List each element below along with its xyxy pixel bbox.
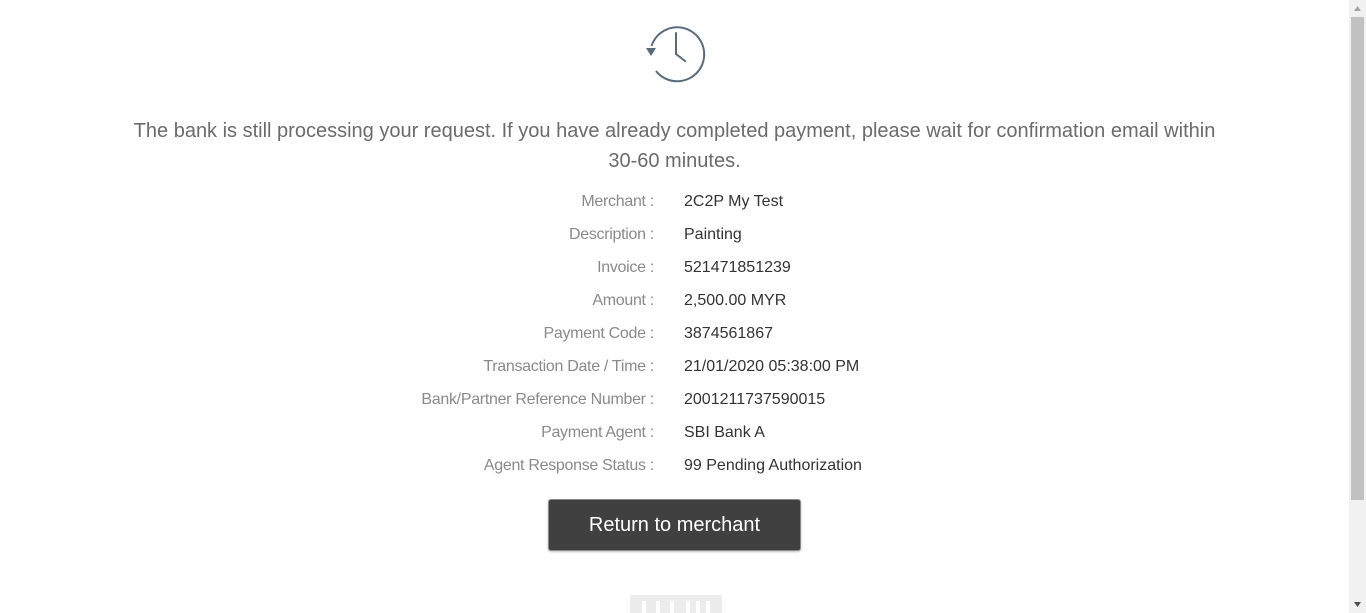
description-value: Painting bbox=[684, 226, 742, 243]
transaction-details: Merchant : 2C2P My Test Description : Pa… bbox=[0, 187, 1349, 484]
payment-code-label: Payment Code : bbox=[543, 325, 654, 342]
vertical-scrollbar[interactable] bbox=[1349, 0, 1366, 613]
detail-row-reference-number: Bank/Partner Reference Number : 20012117… bbox=[0, 385, 1349, 418]
amount-label: Amount : bbox=[592, 292, 654, 309]
detail-row-payment-code: Payment Code : 3874561867 bbox=[0, 319, 1349, 352]
invoice-label: Invoice : bbox=[597, 259, 654, 276]
scroll-down-arrow-icon[interactable] bbox=[1349, 596, 1366, 613]
detail-row-amount: Amount : 2,500.00 MYR bbox=[0, 286, 1349, 319]
agent-response-status-label: Agent Response Status : bbox=[483, 457, 654, 474]
processing-message: The bank is still processing your reques… bbox=[133, 120, 1216, 172]
merchant-label: Merchant : bbox=[581, 193, 654, 210]
invoice-value: 521471851239 bbox=[684, 259, 791, 276]
payment-status-page: The bank is still processing your reques… bbox=[0, 0, 1366, 613]
payment-code-value: 3874561867 bbox=[684, 325, 773, 342]
transaction-datetime-label: Transaction Date / Time : bbox=[483, 358, 654, 375]
transaction-datetime-value: 21/01/2020 05:38:00 PM bbox=[684, 358, 860, 375]
merchant-value: 2C2P My Test bbox=[684, 193, 784, 210]
detail-row-agent-response-status: Agent Response Status : 99 Pending Autho… bbox=[0, 451, 1349, 484]
payment-agent-label: Payment Agent : bbox=[541, 424, 654, 441]
detail-row-transaction-datetime: Transaction Date / Time : 21/01/2020 05:… bbox=[0, 352, 1349, 385]
detail-row-payment-agent: Payment Agent : SBI Bank A bbox=[0, 418, 1349, 451]
page-content: The bank is still processing your reques… bbox=[0, 0, 1349, 613]
detail-row-invoice: Invoice : 521471851239 bbox=[0, 253, 1349, 286]
return-to-merchant-button[interactable]: Return to merchant bbox=[548, 499, 801, 551]
clock-history-icon bbox=[646, 26, 706, 83]
footer-logo bbox=[630, 595, 722, 613]
scroll-up-arrow-icon[interactable] bbox=[1349, 0, 1366, 17]
description-label: Description : bbox=[568, 226, 654, 243]
detail-row-description: Description : Painting bbox=[0, 220, 1349, 253]
scrollbar-thumb[interactable] bbox=[1351, 17, 1364, 500]
agent-response-status-value: 99 Pending Authorization bbox=[684, 457, 862, 474]
reference-number-value: 2001211737590015 bbox=[684, 391, 826, 408]
amount-value: 2,500.00 MYR bbox=[684, 292, 787, 309]
detail-row-merchant: Merchant : 2C2P My Test bbox=[0, 187, 1349, 220]
payment-agent-value: SBI Bank A bbox=[684, 424, 765, 441]
reference-number-label: Bank/Partner Reference Number : bbox=[421, 391, 654, 408]
